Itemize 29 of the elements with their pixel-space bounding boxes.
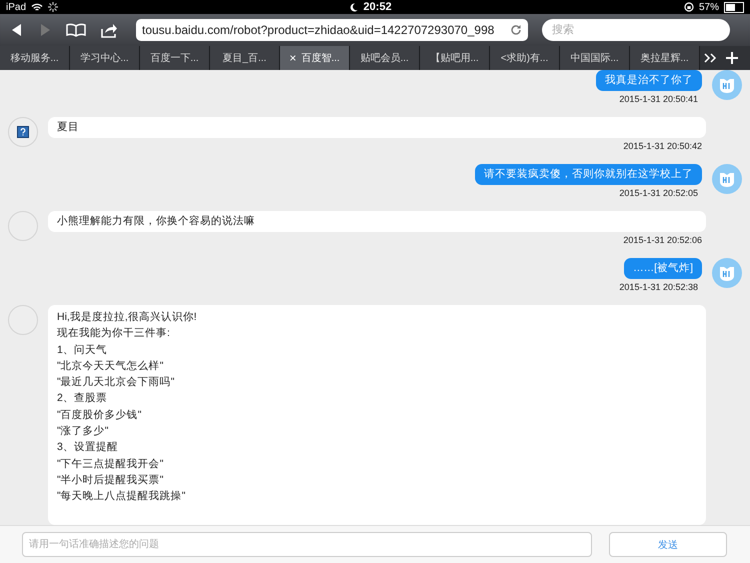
- browser-tab[interactable]: 奥拉星辉...: [630, 46, 700, 70]
- browser-tab[interactable]: × 百度智...: [280, 46, 350, 70]
- browser-tab[interactable]: <求助)有...: [490, 46, 560, 70]
- message-time: 2015-1-31 20:52:06: [623, 235, 702, 246]
- browser-tab[interactable]: 移动服务...: [0, 46, 70, 70]
- search-field[interactable]: 搜索: [542, 19, 730, 41]
- url-text: tousu.baidu.com/robot?product=zhidao&uid=1422707293070_998: [142, 23, 494, 37]
- received-message-bubble: 夏目: [48, 117, 706, 138]
- browser-tab[interactable]: 学习中心...: [70, 46, 140, 70]
- browser-tab[interactable]: 【贴吧用...: [420, 46, 490, 70]
- browser-tab[interactable]: 百度一下...: [140, 46, 210, 70]
- sent-message-bubble: 请不要装疯卖傻，否则你就别在这学校上了: [475, 164, 702, 185]
- message-time: 2015-1-31 20:50:42: [623, 141, 702, 152]
- battery-percent: 57%: [698, 2, 719, 12]
- clock: 20:52: [363, 1, 392, 13]
- browser-tab[interactable]: 中国国际...: [560, 46, 630, 70]
- tab-close-icon[interactable]: ×: [289, 51, 296, 65]
- device-name: iPad: [6, 2, 26, 12]
- message-time: 2015-1-31 20:50:41: [619, 94, 698, 105]
- received-message-bubble: Hi,我是度拉拉,很高兴认识你! 现在我能为你干三件事: 1、问天气 "北京今天天气怎么样" "最近几天北京会下雨吗" 2、查股票 "百度股价多少钱" "涨了多少" 3、设置提醒 "下午三点提醒我开会" "半小时后提醒我买票" "每天晚上八点提醒我跳操": [48, 305, 706, 525]
- received-message-bubble: 小熊理解能力有限，你换个容易的说法嘛: [48, 211, 706, 232]
- question-input-field[interactable]: 请用一句话准确描述您的问题: [22, 532, 592, 557]
- browser-tab[interactable]: 贴吧会员...: [350, 46, 420, 70]
- address-bar[interactable]: tousu.baidu.com/robot?product=zhidao&uid=1422707293070_998: [136, 19, 528, 41]
- browser-tab[interactable]: 夏目_百...: [210, 46, 280, 70]
- message-time: 2015-1-31 20:52:38: [619, 282, 698, 293]
- message-time: 2015-1-31 20:52:05: [619, 188, 698, 199]
- sent-message-bubble: ……[被气炸]: [624, 258, 702, 279]
- sent-message-bubble: 我真是治不了你了: [596, 70, 702, 91]
